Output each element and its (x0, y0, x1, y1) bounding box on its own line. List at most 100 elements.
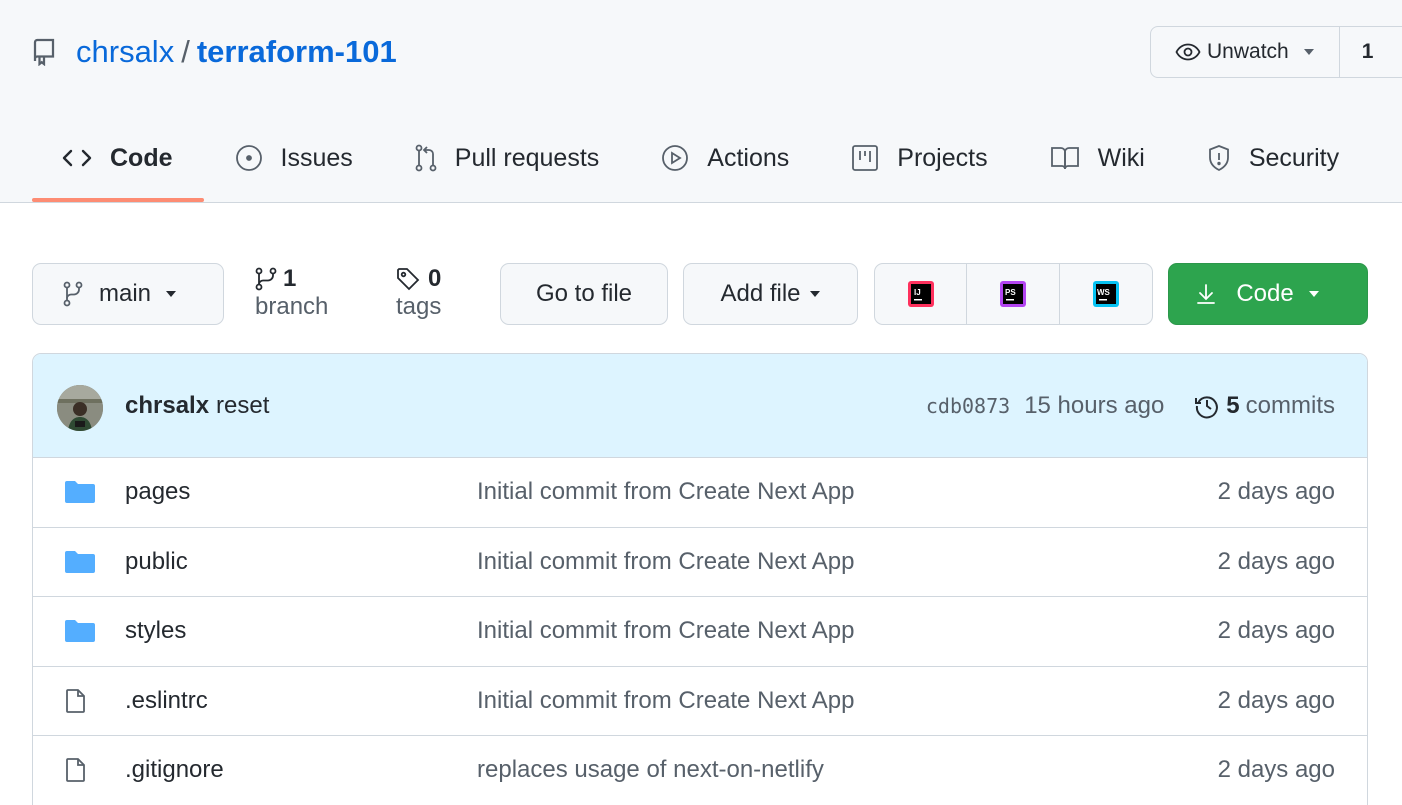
caret-down-icon (1303, 49, 1314, 55)
file-row: .eslintrc Initial commit from Create Nex… (33, 667, 1367, 736)
git-branch-icon (255, 267, 277, 291)
intellij-icon-text: IJ (914, 288, 921, 297)
file-commit-message[interactable]: Initial commit from Create Next App (477, 687, 854, 715)
caret-down-icon (1308, 291, 1319, 297)
file-name-link[interactable]: styles (125, 617, 186, 645)
watchers-count[interactable]: 1 (1340, 27, 1374, 77)
caret-down-icon (166, 291, 177, 297)
folder-icon (65, 550, 95, 574)
commit-author[interactable]: chrsalx (125, 392, 209, 420)
download-icon (1197, 284, 1216, 304)
add-file-button[interactable]: Add file (683, 263, 858, 325)
file-icon (65, 688, 87, 714)
repo-owner-link[interactable]: chrsalx (76, 34, 174, 70)
file-row: styles Initial commit from Create Next A… (33, 597, 1367, 667)
branch-select-button[interactable]: main (32, 263, 224, 325)
git-branch-icon (63, 281, 83, 307)
webstorm-icon: WS (1092, 281, 1119, 307)
code-icon (62, 149, 92, 167)
tab-actions[interactable]: Actions (630, 118, 820, 198)
play-icon (662, 145, 689, 171)
tab-wiki[interactable]: Wiki (1019, 118, 1176, 198)
tags-count: 0 (428, 265, 442, 292)
repo-header: chrsalx / terraform-101 Unwatch 1 Code I… (0, 0, 1402, 203)
eye-icon (1175, 43, 1201, 61)
table-icon (852, 145, 879, 171)
tab-issues-label: Issues (280, 143, 353, 172)
tab-wiki-label: Wiki (1097, 143, 1145, 172)
latest-commit-bar: chrsalx reset cdb0873 15 hours ago 5 com… (33, 354, 1367, 458)
unwatch-label: Unwatch (1207, 40, 1289, 63)
repo-title: chrsalx / terraform-101 (32, 30, 397, 74)
file-row: .gitignore replaces usage of next-on-net… (33, 736, 1367, 805)
webstorm-icon-text: WS (1097, 288, 1111, 297)
file-commit-age: 2 days ago (1217, 478, 1335, 506)
shield-icon (1208, 145, 1229, 172)
tab-security[interactable]: Security (1176, 118, 1370, 198)
tab-projects[interactable]: Projects (820, 118, 1018, 198)
history-icon (1195, 395, 1219, 418)
file-commit-age: 2 days ago (1217, 617, 1335, 645)
repo-nav-tabs: Code Issues Pull requests Actions Projec… (32, 118, 1370, 203)
file-name-link[interactable]: .eslintrc (125, 687, 208, 715)
tab-code-label: Code (110, 143, 173, 172)
caret-down-icon (809, 291, 820, 297)
file-icon (65, 757, 87, 783)
intellij-icon: IJ (907, 281, 934, 307)
webstorm-button[interactable]: WS (1060, 264, 1152, 324)
watch-button-group: Unwatch 1 (1150, 26, 1402, 78)
folder-icon (65, 480, 95, 504)
file-commit-age: 2 days ago (1217, 686, 1335, 714)
branches-count: 1 (283, 265, 297, 292)
commit-time[interactable]: 15 hours ago (1024, 392, 1164, 420)
repo-separator: / (181, 34, 190, 69)
tag-icon (397, 267, 420, 291)
file-toolbar: main Go to file Add file IJ PS WS Code (32, 263, 1368, 325)
branches-link[interactable]: 1 branch (255, 265, 328, 320)
file-commit-message[interactable]: replaces usage of next-on-netlify (477, 756, 824, 784)
tab-pull-requests-label: Pull requests (454, 143, 600, 172)
phpstorm-icon: PS (999, 281, 1026, 307)
phpstorm-button[interactable]: PS (967, 264, 1060, 324)
repo-icon (32, 37, 58, 67)
tab-code[interactable]: Code (32, 118, 204, 202)
tab-security-label: Security (1248, 143, 1340, 172)
tags-label: tags (396, 292, 442, 320)
tab-pull-requests[interactable]: Pull requests (384, 118, 631, 198)
repo-name-link[interactable]: terraform-101 (197, 34, 397, 70)
file-commit-message[interactable]: Initial commit from Create Next App (477, 548, 854, 576)
file-list: chrsalx reset cdb0873 15 hours ago 5 com… (32, 353, 1368, 805)
unwatch-button[interactable]: Unwatch (1151, 27, 1340, 77)
tab-issues[interactable]: Issues (204, 118, 384, 198)
file-row: public Initial commit from Create Next A… (33, 528, 1367, 597)
branches-label: branch (255, 292, 329, 320)
branch-select-label: main (98, 280, 152, 307)
file-name-link[interactable]: pages (125, 478, 190, 506)
file-name-link[interactable]: public (125, 548, 188, 576)
commit-message[interactable]: reset (216, 392, 269, 420)
file-commit-message[interactable]: Initial commit from Create Next App (477, 478, 854, 506)
file-commit-message[interactable]: Initial commit from Create Next App (477, 617, 854, 645)
book-icon (1050, 147, 1079, 170)
tab-actions-label: Actions (707, 143, 790, 172)
add-file-label: Add file (720, 280, 801, 307)
git-pull-request-icon (415, 144, 437, 172)
commits-count: 5 (1226, 391, 1240, 419)
code-download-button[interactable]: Code (1168, 263, 1368, 325)
phpstorm-icon-text: PS (1005, 288, 1016, 297)
commit-details: cdb0873 15 hours ago 5 commits (926, 392, 1335, 420)
commit-sha[interactable]: cdb0873 (926, 394, 1010, 418)
file-row: pages Initial commit from Create Next Ap… (33, 458, 1367, 528)
go-to-file-button[interactable]: Go to file (500, 263, 668, 325)
ide-open-buttons: IJ PS WS (874, 263, 1153, 325)
tab-projects-label: Projects (897, 143, 988, 172)
commits-history-link[interactable]: 5 commits (1194, 392, 1335, 420)
file-commit-age: 2 days ago (1217, 547, 1335, 575)
intellij-button[interactable]: IJ (875, 264, 968, 324)
file-name-link[interactable]: .gitignore (125, 756, 224, 784)
tags-link[interactable]: 0 tags (396, 265, 441, 320)
file-commit-age: 2 days ago (1217, 756, 1335, 784)
code-button-label: Code (1236, 280, 1294, 307)
commits-label: commits (1245, 391, 1335, 419)
avatar[interactable] (57, 385, 103, 431)
